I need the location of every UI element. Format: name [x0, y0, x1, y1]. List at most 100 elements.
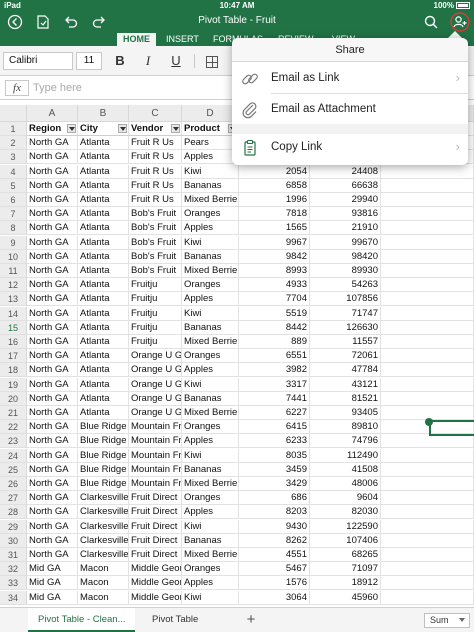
selection-handle[interactable] [425, 418, 433, 426]
cell[interactable]: Apples [182, 434, 239, 449]
cell[interactable]: Atlanta [78, 335, 129, 349]
cell[interactable]: 3317 [239, 377, 310, 392]
cell[interactable]: Fruitju [129, 306, 182, 321]
cell[interactable]: 8442 [239, 320, 310, 335]
cell[interactable]: 43121 [310, 377, 381, 392]
cell[interactable]: 11557 [310, 335, 381, 349]
cell[interactable]: Middle Geor [129, 576, 182, 591]
cell[interactable]: 6858 [239, 178, 310, 193]
cell[interactable]: 71747 [310, 306, 381, 321]
cell[interactable]: 9604 [310, 491, 381, 506]
cell[interactable] [381, 292, 474, 307]
cell[interactable] [381, 335, 474, 349]
cell[interactable]: Kiwi [182, 235, 239, 250]
bold-button[interactable]: B [110, 52, 130, 70]
cell[interactable]: Atlanta [78, 292, 129, 307]
row-header-23[interactable]: 23 [0, 434, 27, 449]
cell[interactable]: North GA [27, 292, 78, 307]
cell[interactable] [381, 221, 474, 236]
cell[interactable]: 112490 [310, 448, 381, 463]
cell[interactable]: Atlanta [78, 136, 129, 151]
select-all-corner[interactable] [0, 105, 27, 122]
tab-insert[interactable]: INSERT [160, 33, 205, 46]
cell[interactable]: Fruitju [129, 292, 182, 307]
cell[interactable]: Bananas [182, 462, 239, 477]
cell[interactable]: North GA [27, 150, 78, 165]
email-as-link-item[interactable]: Email as Link › [232, 63, 468, 93]
row-header-8[interactable]: 8 [0, 221, 27, 236]
cell[interactable]: North GA [27, 519, 78, 534]
cell[interactable]: 99670 [310, 235, 381, 250]
cell[interactable]: Atlanta [78, 278, 129, 293]
email-as-attachment-item[interactable]: Email as Attachment [232, 94, 468, 124]
cell[interactable]: 93816 [310, 207, 381, 222]
cell[interactable]: North GA [27, 406, 78, 420]
cell[interactable]: Atlanta [78, 178, 129, 193]
cell[interactable]: Fruit R Us [129, 164, 182, 179]
cell[interactable]: Bob's Fruit [129, 207, 182, 222]
cell[interactable]: 71097 [310, 562, 381, 577]
cell[interactable]: 126630 [310, 320, 381, 335]
row-header-18[interactable]: 18 [0, 363, 27, 378]
cell[interactable]: Oranges [182, 491, 239, 506]
cell[interactable] [381, 249, 474, 264]
cell[interactable]: Bob's Fruit [129, 235, 182, 250]
row-header-31[interactable]: 31 [0, 548, 27, 562]
cell[interactable]: 6551 [239, 349, 310, 364]
cell[interactable]: Atlanta [78, 377, 129, 392]
cell[interactable]: 7818 [239, 207, 310, 222]
cell[interactable]: North GA [27, 391, 78, 406]
cell[interactable]: 81521 [310, 391, 381, 406]
cell[interactable] [381, 434, 474, 449]
cell[interactable]: Atlanta [78, 349, 129, 364]
cell[interactable]: Orange U Gl [129, 363, 182, 378]
cell[interactable]: Middle Geor [129, 590, 182, 605]
cell[interactable]: North GA [27, 533, 78, 548]
cell[interactable]: Atlanta [78, 363, 129, 378]
cell[interactable]: Mountain Fr [129, 448, 182, 463]
cell[interactable] [381, 235, 474, 250]
row-header-32[interactable]: 32 [0, 562, 27, 577]
cell[interactable]: Fruit R Us [129, 136, 182, 151]
row-header-33[interactable]: 33 [0, 576, 27, 591]
cell[interactable]: Oranges [182, 278, 239, 293]
cell[interactable]: 5467 [239, 562, 310, 577]
filter-dropdown-icon[interactable] [171, 124, 180, 133]
cell[interactable]: Apples [182, 576, 239, 591]
cell[interactable]: 24408 [310, 164, 381, 179]
cell[interactable] [381, 448, 474, 463]
cell[interactable]: Kiwi [182, 306, 239, 321]
cell[interactable]: North GA [27, 207, 78, 222]
cell[interactable]: Fruit Direct [129, 519, 182, 534]
column-header-a[interactable]: A [27, 105, 78, 122]
cell[interactable] [381, 505, 474, 520]
cell[interactable]: North GA [27, 264, 78, 278]
cell[interactable] [381, 164, 474, 179]
cell[interactable]: Clarkesville [78, 519, 129, 534]
cell[interactable]: Blue Ridge [78, 434, 129, 449]
cell[interactable]: Fruit R Us [129, 150, 182, 165]
copy-link-item[interactable]: Copy Link › [232, 132, 468, 162]
cell[interactable]: 3459 [239, 462, 310, 477]
cell[interactable]: 107406 [310, 533, 381, 548]
cell[interactable]: 68265 [310, 548, 381, 562]
cell[interactable] [381, 548, 474, 562]
cell[interactable]: Apples [182, 221, 239, 236]
cell[interactable]: North GA [27, 477, 78, 491]
cell[interactable]: North GA [27, 136, 78, 151]
share-person-icon[interactable] [449, 12, 471, 32]
add-sheet-button[interactable]: + [242, 611, 260, 629]
cell[interactable]: 18912 [310, 576, 381, 591]
cell[interactable]: 54263 [310, 278, 381, 293]
cell[interactable]: 82030 [310, 505, 381, 520]
cell[interactable]: Fruitju [129, 335, 182, 349]
row-header-27[interactable]: 27 [0, 491, 27, 506]
filter-dropdown-icon[interactable] [67, 124, 76, 133]
cell[interactable]: 89930 [310, 264, 381, 278]
cell[interactable]: Atlanta [78, 164, 129, 179]
cell[interactable]: Fruit Direct [129, 548, 182, 562]
column-header-b[interactable]: B [78, 105, 129, 122]
cell[interactable]: 3429 [239, 477, 310, 491]
sheet-tab-pivot-table[interactable]: Pivot Table [142, 608, 208, 632]
row-header-12[interactable]: 12 [0, 278, 27, 293]
